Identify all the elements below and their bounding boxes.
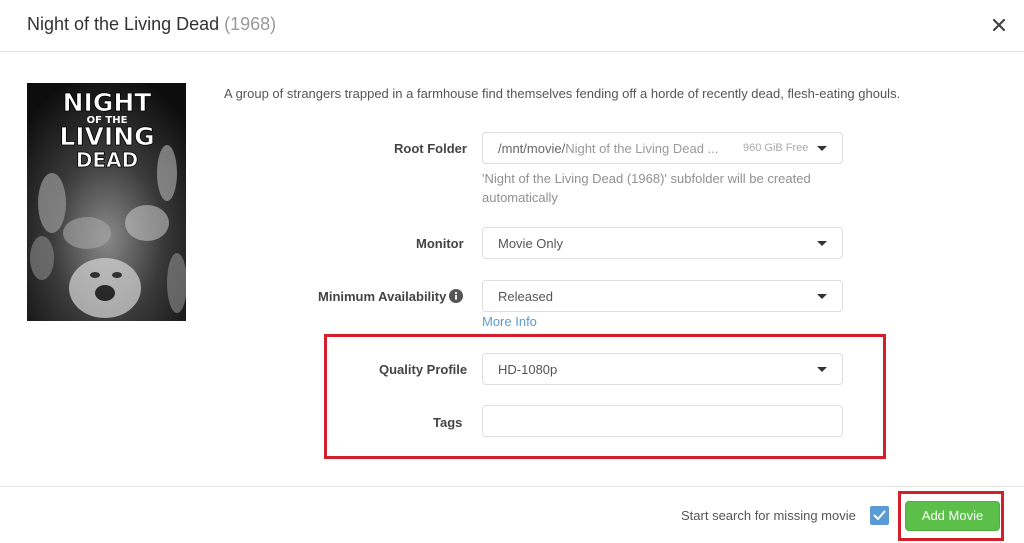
root-folder-value: /mnt/movie/Night of the Living Dead ... (498, 141, 718, 156)
chevron-down-icon (817, 146, 827, 151)
monitor-value: Movie Only (498, 236, 564, 251)
close-button[interactable] (988, 14, 1010, 36)
monitor-select[interactable]: Movie Only (482, 227, 843, 259)
root-folder-label: Root Folder (394, 141, 467, 156)
tags-label: Tags (433, 415, 463, 430)
poster-title-line4: DEAD (76, 148, 138, 172)
quality-profile-label: Quality Profile (379, 362, 468, 377)
movie-overview: A group of strangers trapped in a farmho… (224, 86, 901, 101)
movie-title: Night of the Living Dead (27, 14, 220, 34)
poster-image: NIGHT OF THE LIVING DEAD (27, 83, 186, 321)
start-search-checkbox[interactable] (870, 506, 889, 525)
chevron-down-icon (817, 294, 827, 299)
modal-title: Night of the Living Dead (1968) (27, 14, 276, 35)
poster-title-line1: NIGHT (63, 88, 152, 117)
info-icon[interactable] (449, 289, 463, 303)
quality-profile-value: HD-1080p (498, 362, 558, 377)
more-info-link[interactable]: More Info (482, 314, 537, 329)
quality-profile-select[interactable]: HD-1080p (482, 353, 843, 385)
chevron-down-icon (817, 241, 827, 246)
root-folder-select[interactable]: /mnt/movie/Night of the Living Dead ... … (482, 132, 843, 164)
root-path-prefix: /mnt/movie/ (498, 141, 566, 156)
modal-header: Night of the Living Dead (1968) (0, 0, 1024, 52)
minimum-availability-value: Released (498, 289, 553, 304)
chevron-down-icon (817, 367, 827, 372)
close-icon (992, 18, 1006, 32)
start-search-label: Start search for missing movie (681, 508, 856, 523)
add-movie-button[interactable]: Add Movie (905, 501, 1000, 531)
minimum-availability-label: Minimum Availability (318, 289, 447, 304)
add-movie-modal: Night of the Living Dead (1968) NIGHT OF… (0, 0, 1024, 543)
minimum-availability-select[interactable]: Released (482, 280, 843, 312)
movie-poster: NIGHT OF THE LIVING DEAD (27, 83, 186, 321)
root-folder-help: 'Night of the Living Dead (1968)' subfol… (482, 171, 811, 205)
root-path-rest: Night of the Living Dead ... (565, 141, 719, 156)
free-space-badge: 960 GiB Free (743, 142, 809, 154)
movie-year: (1968) (224, 14, 277, 34)
tags-input[interactable] (482, 405, 843, 437)
monitor-label: Monitor (416, 236, 464, 251)
poster-title-line3: LIVING (59, 122, 154, 151)
checkmark-icon (873, 510, 886, 520)
